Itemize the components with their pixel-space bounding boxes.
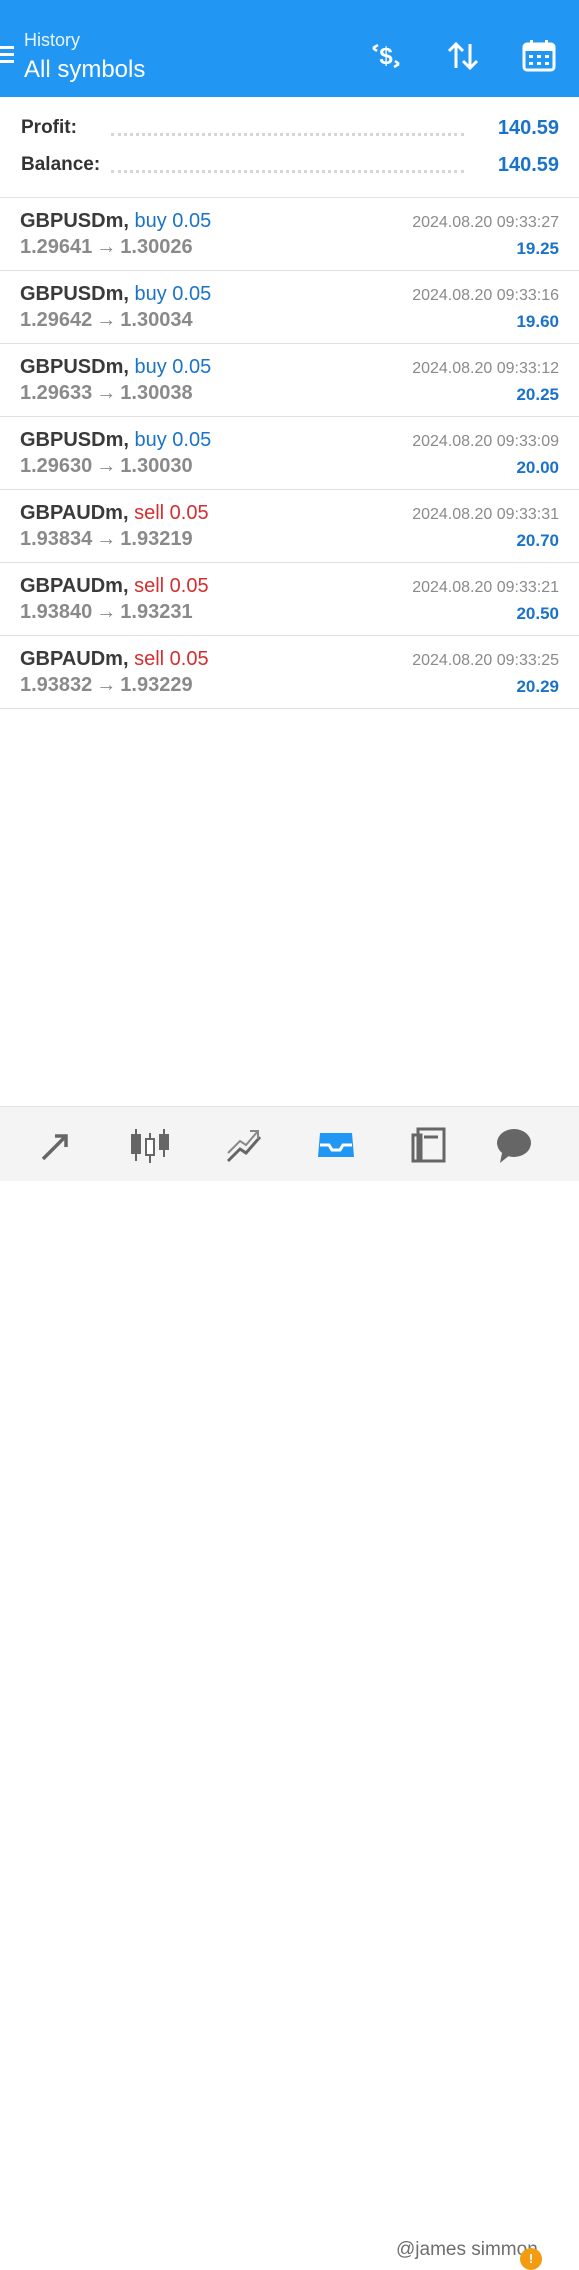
deal-type: buy 0.05 xyxy=(134,356,212,378)
trade-chart-icon[interactable] xyxy=(222,1123,266,1167)
arrow-right-icon: → xyxy=(96,236,117,258)
open-price: 1.29642 xyxy=(20,309,93,331)
open-price: 1.29630 xyxy=(20,455,93,477)
deal-type: sell 0.05 xyxy=(134,502,209,524)
deal-symbol-line: GBPAUDm, sell 0.05 xyxy=(20,502,209,525)
deal-prices: 1.29633 → 1.30038 xyxy=(20,382,193,405)
balance-label: Balance: xyxy=(21,154,107,176)
deal-symbol-line: GBPUSDm, buy 0.05 xyxy=(20,356,211,379)
arrow-right-icon: → xyxy=(96,309,117,331)
deal-time: 2024.08.20 09:33:16 xyxy=(412,287,559,304)
deal-symbol: GBPUSDm, xyxy=(20,356,129,378)
deal-type: buy 0.05 xyxy=(134,429,212,451)
deal-profit: 20.50 xyxy=(516,604,559,623)
deal-type: sell 0.05 xyxy=(134,648,209,670)
deal-type: buy 0.05 xyxy=(134,283,212,305)
deal-time: 2024.08.20 09:33:25 xyxy=(412,652,559,669)
deals-list: GBPUSDm, buy 0.05 1.29641 → 1.30026 2024.0… xyxy=(0,198,579,709)
deal-symbol-line: GBPUSDm, buy 0.05 xyxy=(20,429,211,452)
header-subtitle: History xyxy=(24,30,81,50)
bottom-nav: @james simmon ! xyxy=(0,1106,579,2270)
deal-symbol-line: GBPUSDm, buy 0.05 xyxy=(20,210,211,233)
svg-text:$: $ xyxy=(379,43,393,70)
deal-symbol: GBPAUDm, xyxy=(20,648,129,670)
deposit-dollar-icon[interactable]: $ xyxy=(366,36,406,76)
deal-prices: 1.93834 → 1.93219 xyxy=(20,528,193,551)
deal-symbol: GBPAUDm, xyxy=(20,502,129,524)
sort-arrows-icon[interactable] xyxy=(443,36,483,76)
account-summary: Profit: 140.59 Balance: 140.59 xyxy=(0,97,579,198)
deal-type: sell 0.05 xyxy=(134,575,209,597)
deal-time: 2024.08.20 09:33:31 xyxy=(412,506,559,523)
arrow-right-icon: → xyxy=(96,382,117,404)
arrow-right-icon: → xyxy=(96,455,117,477)
deal-profit: 19.60 xyxy=(516,312,559,331)
deal-symbol: GBPUSDm, xyxy=(20,429,129,451)
close-price: 1.93229 xyxy=(120,674,193,696)
open-price: 1.29633 xyxy=(20,382,93,404)
dotted-leader xyxy=(111,133,464,136)
deal-row[interactable]: GBPUSDm, buy 0.05 1.29633 → 1.30038 2024.0… xyxy=(0,344,579,417)
candlestick-chart-icon[interactable] xyxy=(128,1123,172,1167)
arrow-right-icon: → xyxy=(96,674,117,696)
close-price: 1.30026 xyxy=(120,236,193,258)
notification-badge: ! xyxy=(520,2248,542,2270)
close-price: 1.30034 xyxy=(120,309,193,331)
deal-profit: 20.25 xyxy=(516,385,559,404)
open-price: 1.93834 xyxy=(20,528,93,550)
close-price: 1.93231 xyxy=(120,601,193,623)
deal-type: buy 0.05 xyxy=(134,210,212,232)
deal-time: 2024.08.20 09:33:12 xyxy=(412,360,559,377)
deal-row[interactable]: GBPAUDm, sell 0.05 1.93832 → 1.93229 2024.… xyxy=(0,636,579,709)
deal-prices: 1.29641 → 1.30026 xyxy=(20,236,193,259)
close-price: 1.30030 xyxy=(120,455,193,477)
deal-profit: 20.29 xyxy=(516,677,559,696)
deal-profit: 19.25 xyxy=(516,239,559,258)
deal-profit: 20.00 xyxy=(516,458,559,477)
close-price: 1.30038 xyxy=(120,382,193,404)
chat-icon[interactable] xyxy=(492,1123,536,1167)
profit-row: Profit: 140.59 xyxy=(21,117,559,147)
quotes-arrows-icon[interactable] xyxy=(35,1123,79,1167)
header-title[interactable]: All symbols xyxy=(24,56,145,84)
deal-symbol-line: GBPAUDm, sell 0.05 xyxy=(20,575,209,598)
watermark-text: @james simmon xyxy=(396,2239,538,2260)
menu-icon[interactable] xyxy=(0,46,14,64)
deal-symbol: GBPUSDm, xyxy=(20,210,129,232)
deal-profit: 20.70 xyxy=(516,531,559,550)
open-price: 1.93840 xyxy=(20,601,93,623)
close-price: 1.93219 xyxy=(120,528,193,550)
profit-label: Profit: xyxy=(21,117,83,139)
deal-row[interactable]: GBPAUDm, sell 0.05 1.93834 → 1.93219 2024.… xyxy=(0,490,579,563)
deal-prices: 1.93840 → 1.93231 xyxy=(20,601,193,624)
profit-value: 140.59 xyxy=(497,117,559,139)
deal-prices: 1.93832 → 1.93229 xyxy=(20,674,193,697)
deal-prices: 1.29642 → 1.30034 xyxy=(20,309,193,332)
deal-time: 2024.08.20 09:33:09 xyxy=(412,433,559,450)
deal-row[interactable]: GBPUSDm, buy 0.05 1.29642 → 1.30034 2024.0… xyxy=(0,271,579,344)
dotted-leader xyxy=(111,170,464,173)
arrow-right-icon: → xyxy=(96,528,117,550)
deal-time: 2024.08.20 09:33:21 xyxy=(412,579,559,596)
deal-symbol-line: GBPAUDm, sell 0.05 xyxy=(20,648,209,671)
deal-prices: 1.29630 → 1.30030 xyxy=(20,455,193,478)
calendar-icon[interactable] xyxy=(519,36,559,76)
balance-row: Balance: 140.59 xyxy=(21,154,559,184)
deal-time: 2024.08.20 09:33:27 xyxy=(412,214,559,231)
open-price: 1.93832 xyxy=(20,674,93,696)
arrow-right-icon: → xyxy=(96,601,117,623)
deal-row[interactable]: GBPAUDm, sell 0.05 1.93840 → 1.93231 2024.… xyxy=(0,563,579,636)
history-inbox-icon[interactable] xyxy=(314,1123,358,1167)
app-header: History All symbols $ xyxy=(0,0,579,97)
balance-value: 140.59 xyxy=(497,154,559,176)
open-price: 1.29641 xyxy=(20,236,93,258)
deal-row[interactable]: GBPUSDm, buy 0.05 1.29641 → 1.30026 2024.0… xyxy=(0,198,579,271)
deal-symbol: GBPUSDm, xyxy=(20,283,129,305)
news-icon[interactable] xyxy=(408,1123,452,1167)
deal-symbol: GBPAUDm, xyxy=(20,575,129,597)
deal-row[interactable]: GBPUSDm, buy 0.05 1.29630 → 1.30030 2024.0… xyxy=(0,417,579,490)
deal-symbol-line: GBPUSDm, buy 0.05 xyxy=(20,283,211,306)
